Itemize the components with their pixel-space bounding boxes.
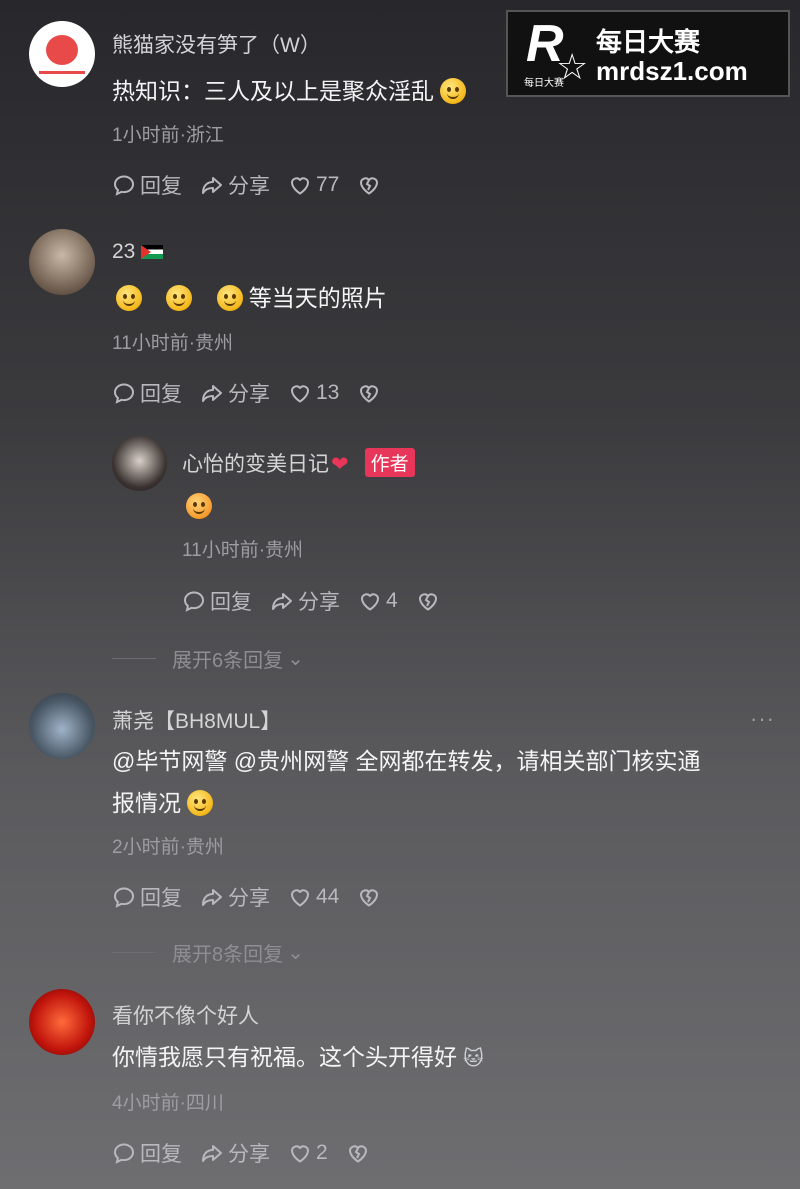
reply-icon (112, 381, 136, 405)
more-options-button[interactable]: ··· (750, 706, 775, 732)
share-button[interactable]: 分享 (200, 170, 270, 200)
dislike-button[interactable] (416, 589, 444, 613)
divider (112, 658, 156, 659)
comment-actions: 回复 分享 13 (112, 378, 385, 408)
broken-heart-icon (357, 885, 381, 909)
comment-actions: 回复 分享 44 (112, 882, 385, 912)
emoji-icon (116, 285, 142, 311)
dislike-button[interactable] (357, 885, 385, 909)
comment-meta: 4小时前·四川 (112, 1093, 224, 1114)
comment-actions: 回复 分享 77 (112, 170, 385, 200)
dislike-button[interactable] (346, 1141, 374, 1165)
author-tag: 作者 (364, 448, 415, 477)
like-button[interactable]: 77 (288, 173, 339, 197)
chevron-down-icon: ⌄ (287, 942, 304, 964)
reply-button[interactable]: 回复 (112, 170, 182, 200)
reply-button[interactable]: 回复 (112, 1138, 182, 1168)
comment-meta: 11小时前·贵州 (112, 333, 234, 354)
comment-username[interactable]: 23 (112, 240, 164, 264)
chevron-down-icon: ⌄ (287, 648, 304, 670)
divider (112, 952, 156, 953)
heart-icon (288, 885, 312, 909)
heart-icon (288, 381, 312, 405)
reply-icon (112, 885, 136, 909)
star-eyes-emoji-icon (186, 493, 212, 519)
avatar[interactable] (29, 989, 95, 1055)
share-icon (270, 589, 294, 613)
comment-text: 你情我愿只有祝福。这个头开得好 🐱 (112, 1044, 484, 1070)
expand-replies-button[interactable]: 展开8条回复 ⌄ (112, 938, 304, 967)
comment-username[interactable]: 熊猫家没有笋了（W） (112, 29, 321, 59)
watermark-title: 每日大赛 (596, 27, 701, 57)
avatar[interactable] (29, 229, 95, 295)
comment-meta: 11小时前·贵州 (182, 540, 304, 561)
like-button[interactable]: 2 (288, 1141, 328, 1165)
like-button[interactable]: 44 (288, 885, 339, 909)
comment-actions: 回复 分享 4 (182, 586, 444, 616)
broken-heart-icon (346, 1141, 370, 1165)
laughing-emoji-icon (187, 790, 213, 816)
reply-icon (112, 1141, 136, 1165)
broken-heart-icon (357, 173, 381, 197)
avatar[interactable] (29, 21, 95, 87)
comment-text: 热知识：三人及以上是聚众淫乱 (112, 70, 466, 112)
comment-username[interactable]: 看你不像个好人 (112, 1000, 259, 1030)
reply-button[interactable]: 回复 (112, 882, 182, 912)
share-button[interactable]: 分享 (200, 882, 270, 912)
emoji-icon (216, 285, 243, 311)
dislike-button[interactable] (357, 381, 385, 405)
share-icon (200, 381, 224, 405)
comment-meta: 2小时前·贵州 (112, 837, 224, 858)
like-button[interactable]: 4 (358, 589, 398, 613)
avatar[interactable] (112, 436, 167, 491)
comment-text: 等当天的照片 (112, 277, 387, 319)
share-button[interactable]: 分享 (270, 586, 340, 616)
heart-icon (358, 589, 382, 613)
share-icon (200, 173, 224, 197)
cat-emoji-icon: 🐱 (463, 1048, 484, 1070)
expand-replies-button[interactable]: 展开6条回复 ⌄ (112, 644, 304, 673)
comment-text: 报情况 (112, 782, 213, 824)
share-button[interactable]: 分享 (200, 1138, 270, 1168)
like-button[interactable]: 13 (288, 381, 339, 405)
watermark-site: mrdsz1.com (596, 56, 748, 86)
dislike-button[interactable] (357, 173, 385, 197)
reply-button[interactable]: 回复 (112, 378, 182, 408)
comment-meta: 1小时前·浙江 (112, 125, 224, 146)
more-icon: ··· (750, 706, 775, 731)
emoji-icon (166, 285, 193, 311)
avatar[interactable] (29, 693, 95, 759)
red-heart-icon: ❤ (331, 453, 349, 476)
comment-username[interactable]: 萧尧【BH8MUL】 (112, 705, 281, 735)
comment-username[interactable]: 心怡的变美日记❤ 作者 (182, 448, 415, 478)
watermark-logo: R ☆ 每日大赛 (524, 15, 589, 89)
broken-heart-icon (357, 381, 381, 405)
comment-actions: 回复 分享 2 (112, 1138, 374, 1168)
reply-button[interactable]: 回复 (182, 586, 252, 616)
share-icon (200, 1141, 224, 1165)
palestine-flag-icon (141, 245, 164, 259)
comment-text: @毕节网警 @贵州网警 全网都在转发，请相关部门核实通 (112, 748, 701, 774)
watermark-banner: R ☆ 每日大赛 每日大赛 mrdsz1.com (506, 10, 790, 97)
share-button[interactable]: 分享 (200, 378, 270, 408)
reply-icon (112, 173, 136, 197)
smile-emoji-icon (440, 78, 466, 104)
heart-icon (288, 1141, 312, 1165)
heart-icon (288, 173, 312, 197)
comment-text (182, 485, 212, 527)
share-icon (200, 885, 224, 909)
broken-heart-icon (416, 589, 440, 613)
reply-icon (182, 589, 206, 613)
